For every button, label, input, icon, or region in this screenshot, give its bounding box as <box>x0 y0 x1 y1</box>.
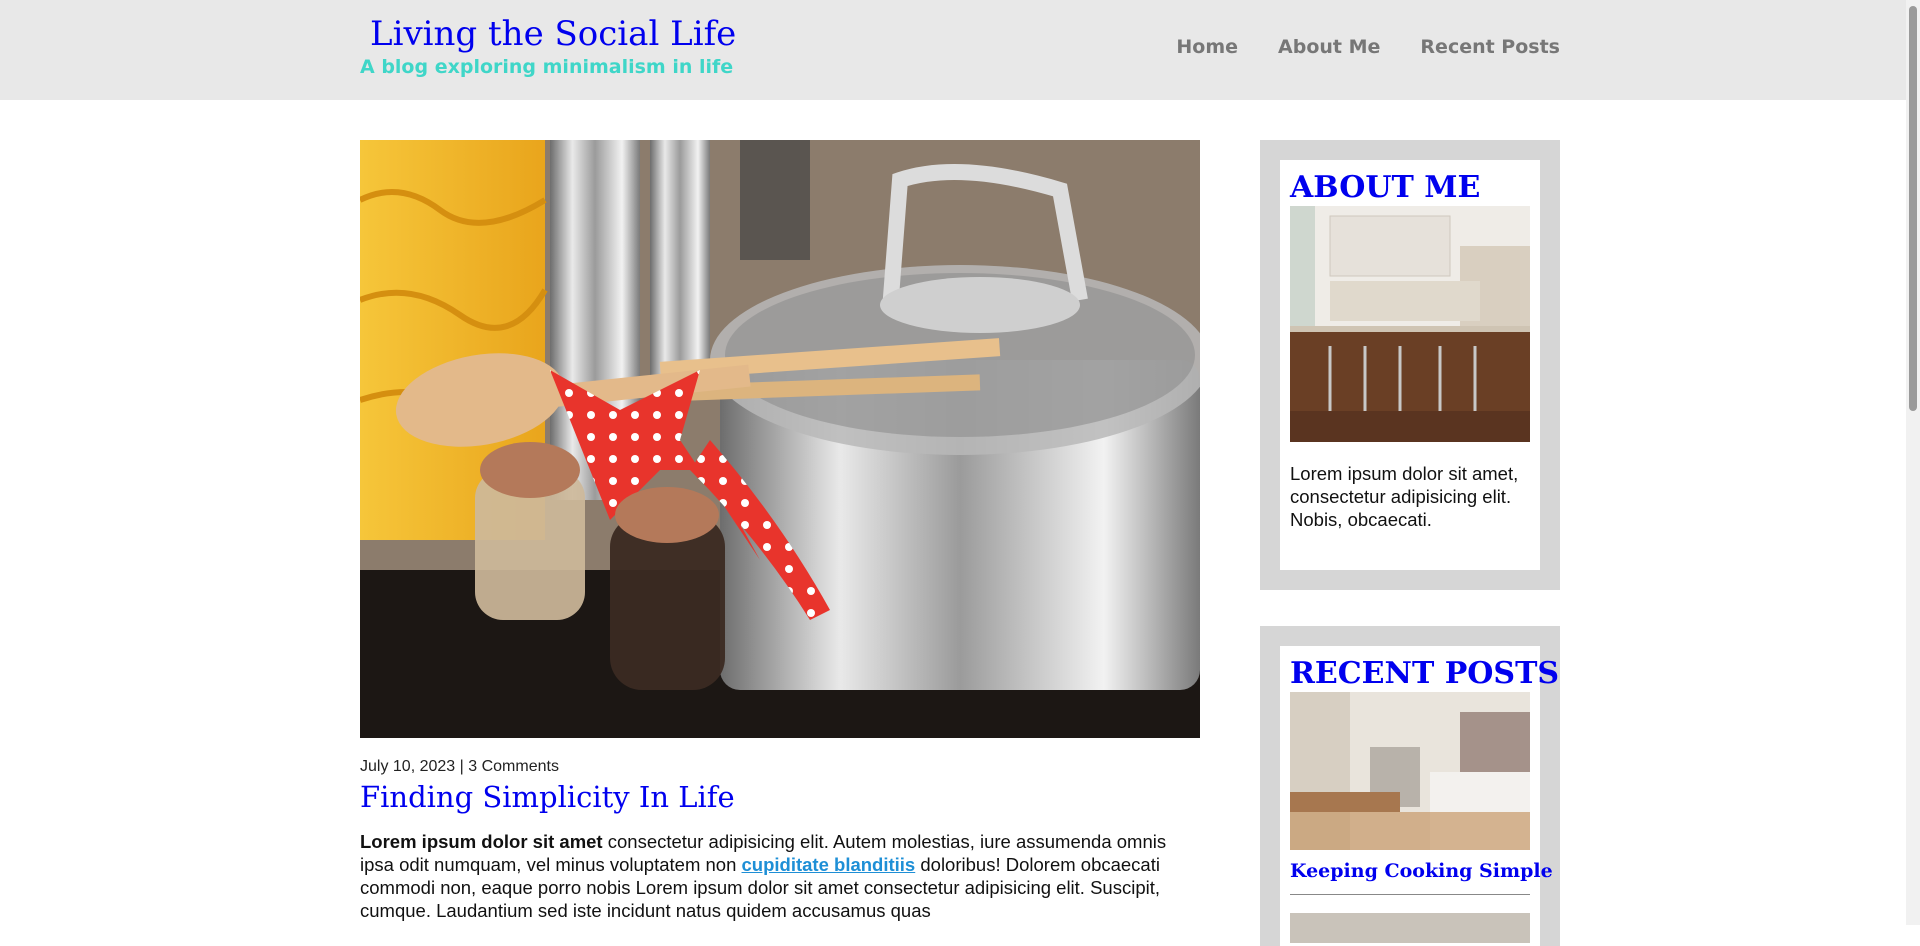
recent-posts-widget: RECENT POSTS Keeping Cooking Simple <box>1260 626 1560 946</box>
post-comments-link[interactable]: 3 Comments <box>468 758 559 775</box>
post-date: July 10, 2023 <box>360 758 456 775</box>
nav-about-me-link[interactable]: About Me <box>1278 36 1380 58</box>
post-title[interactable]: Finding Simplicity In Life <box>360 780 1200 814</box>
site-subtitle: A blog exploring minimalism in life <box>360 56 734 78</box>
about-me-heading: ABOUT ME <box>1290 170 1481 205</box>
post-meta: July 10, 2023 | 3 Comments <box>360 758 1200 776</box>
site-title[interactable]: Living the Social Life <box>370 14 736 54</box>
about-me-image <box>1290 206 1530 442</box>
page-scrollbar[interactable] <box>1906 0 1920 925</box>
about-me-widget: ABOUT ME Lorem ipsum dolor sit amet, con… <box>1260 140 1560 590</box>
blog-post: July 10, 2023 | 3 Comments Finding Simpl… <box>360 140 1200 941</box>
nav-recent-posts-link[interactable]: Recent Posts <box>1420 36 1560 58</box>
about-me-widget-inner: ABOUT ME Lorem ipsum dolor sit amet, con… <box>1280 160 1540 570</box>
recent-posts-heading: RECENT POSTS <box>1290 656 1560 691</box>
scrollbar-thumb[interactable] <box>1909 6 1917 411</box>
main-nav: Home About Me Recent Posts <box>1176 36 1560 58</box>
post-body: Lorem ipsum dolor sit amet consectetur a… <box>360 830 1200 922</box>
post-meta-separator: | <box>459 758 464 775</box>
recent-post-divider <box>1290 894 1530 895</box>
post-body-lead: Lorem ipsum dolor sit amet <box>360 831 603 852</box>
about-me-text: Lorem ipsum dolor sit amet, consectetur … <box>1290 463 1519 530</box>
post-body-link[interactable]: cupiditate blanditiis <box>742 854 916 875</box>
recent-post-thumbnail[interactable] <box>1290 913 1530 943</box>
post-featured-image <box>360 140 1200 738</box>
recent-posts-widget-inner: RECENT POSTS Keeping Cooking Simple <box>1280 646 1560 946</box>
cookware-illustration <box>360 140 1200 738</box>
site-header: Living the Social Life A blog exploring … <box>0 0 1920 100</box>
recent-post-thumbnail[interactable] <box>1290 692 1530 850</box>
nav-home-link[interactable]: Home <box>1176 36 1238 58</box>
recent-post-link[interactable]: Keeping Cooking Simple <box>1290 860 1553 882</box>
